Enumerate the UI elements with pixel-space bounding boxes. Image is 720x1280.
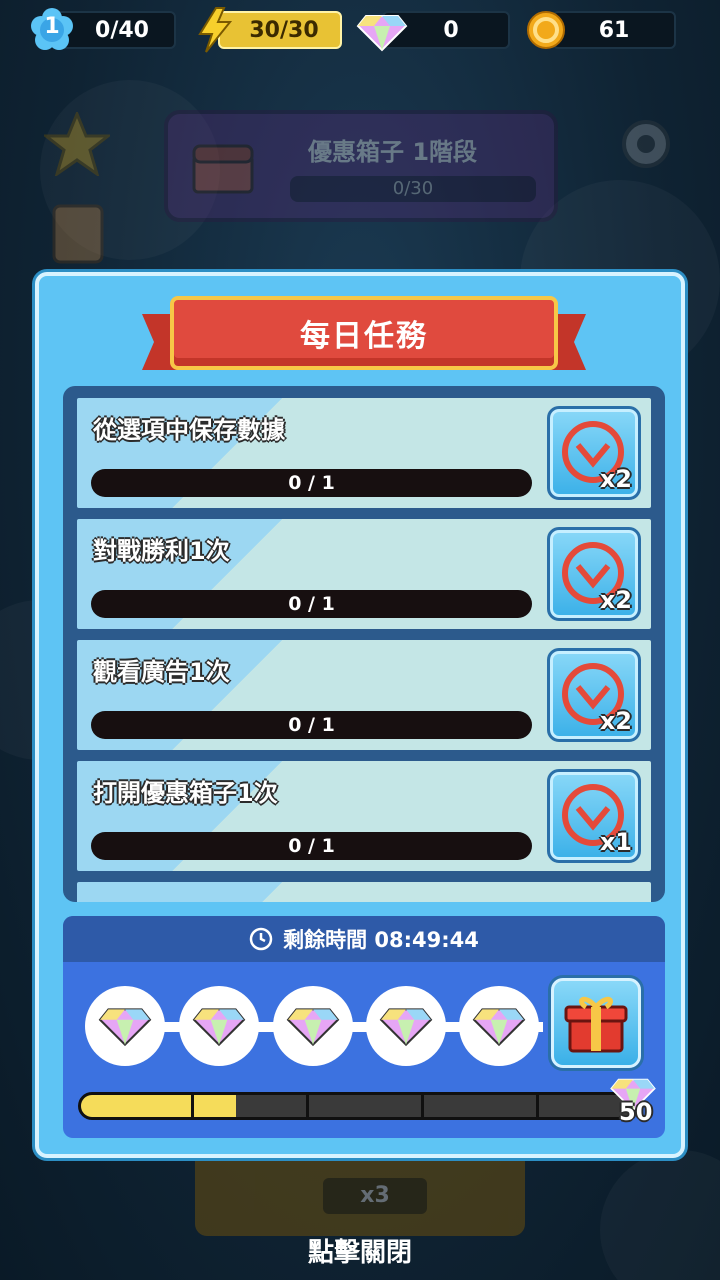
task-row-partial bbox=[77, 882, 651, 902]
reward-button[interactable]: x1 bbox=[547, 769, 641, 863]
milestone-progress-bar bbox=[78, 1092, 638, 1120]
task-progress: 0 / 1 bbox=[91, 590, 532, 618]
reward-button[interactable]: x2 bbox=[547, 527, 641, 621]
promo-title: 優惠箱子 1階段 bbox=[308, 138, 478, 166]
reward-count: x2 bbox=[599, 707, 632, 735]
multiplier-label: x3 bbox=[323, 1178, 427, 1214]
milestone-gem-5[interactable] bbox=[459, 986, 539, 1066]
rainbow-gem-icon bbox=[192, 1008, 246, 1047]
progress-divider bbox=[306, 1095, 309, 1117]
task-title: 從選項中保存數據 bbox=[93, 416, 285, 444]
lightning-icon bbox=[194, 6, 236, 58]
task-row: 觀看廣告1次 0 / 1 x2 bbox=[77, 640, 651, 750]
milestone-gem-4[interactable] bbox=[366, 986, 446, 1066]
milestone-gem-1[interactable] bbox=[85, 986, 165, 1066]
reward-count: x2 bbox=[599, 586, 632, 614]
task-row: 打開優惠箱子1次 0 / 1 x1 bbox=[77, 761, 651, 871]
milestone-gem-2[interactable] bbox=[179, 986, 259, 1066]
panel-title: 每日任務 bbox=[170, 296, 558, 370]
star-icon bbox=[41, 110, 113, 180]
milestone-gem-3[interactable] bbox=[273, 986, 353, 1066]
top-hud: 0/40 1 30/30 0 61 bbox=[0, 7, 720, 54]
task-row: 對戰勝利1次 0 / 1 x2 bbox=[77, 519, 651, 629]
daily-tasks-panel: 每日任務 從選項中保存數據 0 / 1 x2 對戰勝利1次 0 / 1 x2 觀… bbox=[35, 272, 685, 1158]
timer-label: 剩餘時間 08:49:44 bbox=[283, 928, 479, 952]
clock-icon bbox=[249, 927, 273, 951]
rainbow-gem-icon bbox=[286, 1008, 340, 1047]
progress-divider bbox=[536, 1095, 539, 1117]
level-number: 1 bbox=[44, 14, 60, 39]
progress-divider bbox=[421, 1095, 424, 1117]
reward-count: x1 bbox=[599, 828, 632, 856]
rainbow-gem-icon bbox=[379, 1008, 433, 1047]
scroll-icon bbox=[46, 198, 110, 272]
task-row: 從選項中保存數據 0 / 1 x2 bbox=[77, 398, 651, 508]
task-progress: 0 / 1 bbox=[91, 711, 532, 739]
gem-count: 0 bbox=[443, 17, 459, 43]
task-title: 打開優惠箱子1次 bbox=[93, 779, 278, 807]
task-progress: 0 / 1 bbox=[91, 832, 532, 860]
task-title: 觀看廣告1次 bbox=[93, 658, 230, 686]
rainbow-gem-icon bbox=[472, 1008, 526, 1047]
milestone-progress-fill bbox=[81, 1095, 237, 1117]
rainbow-gem-icon bbox=[98, 1008, 152, 1047]
timer-bar: 剩餘時間 08:49:44 bbox=[63, 916, 665, 962]
milestone-goal: 50 bbox=[619, 1098, 653, 1126]
reward-button[interactable]: x2 bbox=[547, 648, 641, 742]
gift-box-icon bbox=[564, 996, 628, 1053]
task-progress: 0 / 1 bbox=[91, 469, 532, 497]
coin-count: 61 bbox=[598, 17, 630, 43]
milestone-area: 剩餘時間 08:49:44 50 bbox=[63, 916, 665, 1138]
treasure-chest-icon bbox=[190, 140, 256, 200]
promo-box-banner: 優惠箱子 1階段 0/30 bbox=[164, 110, 558, 222]
title-ribbon: 每日任務 bbox=[142, 292, 586, 378]
coin-icon bbox=[526, 10, 566, 54]
task-list[interactable]: 從選項中保存數據 0 / 1 x2 對戰勝利1次 0 / 1 x2 觀看廣告1次… bbox=[63, 386, 665, 902]
energy-box: 30/30 bbox=[218, 11, 342, 49]
promo-progress: 0/30 bbox=[290, 176, 536, 202]
coin-box: 61 bbox=[552, 11, 676, 49]
reward-button[interactable]: x2 bbox=[547, 406, 641, 500]
gift-reward-button[interactable] bbox=[551, 978, 641, 1068]
energy-text: 30/30 bbox=[249, 17, 319, 43]
reward-count: x2 bbox=[599, 465, 632, 493]
progress-divider bbox=[191, 1095, 194, 1117]
rainbow-gem-icon bbox=[356, 12, 408, 56]
gear-icon bbox=[612, 110, 680, 182]
task-title: 對戰勝利1次 bbox=[93, 537, 230, 565]
level-progress-text: 0/40 bbox=[95, 17, 149, 43]
close-hint[interactable]: 點擊關閉 bbox=[0, 1232, 720, 1269]
